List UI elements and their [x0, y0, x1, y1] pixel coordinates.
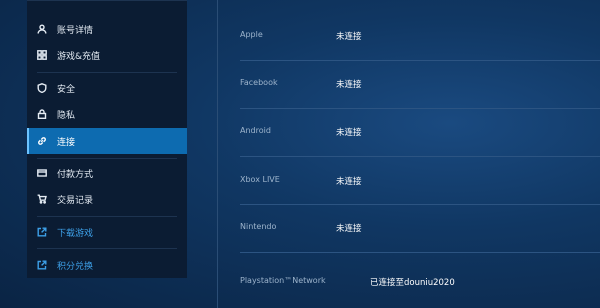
sidebar-item-label: 连接: [57, 137, 76, 148]
sidebar-item-label: 付款方式: [57, 169, 94, 180]
sidebar-top-divider: [27, 0, 187, 1]
platform-name: Xbox LIVE: [240, 175, 280, 184]
platform-name: Android: [240, 126, 271, 135]
platform-name: Playstation™Network: [240, 276, 326, 285]
sidebar-item-account-details[interactable]: 账号详情: [27, 16, 187, 42]
sidebar-item-label: 下载游戏: [57, 228, 94, 239]
sidebar-divider: [37, 72, 177, 73]
connection-status[interactable]: 未连接: [336, 222, 362, 234]
external-link-icon: [36, 259, 48, 271]
lock-icon: [36, 108, 48, 120]
connection-status[interactable]: 未连接: [336, 78, 362, 90]
sidebar-item-payment-methods[interactable]: 付款方式: [27, 160, 187, 186]
sidebar-item-label: 交易记录: [57, 195, 94, 206]
sidebar-item-connections[interactable]: 连接: [27, 128, 187, 154]
connection-row-xbox-live: Xbox LIVE 未连接: [240, 156, 600, 205]
grid-icon: [36, 49, 48, 61]
sidebar-item-privacy[interactable]: 隐私: [27, 101, 187, 127]
sidebar-item-transactions[interactable]: 交易记录: [27, 186, 187, 212]
sidebar-item-label: 积分兑换: [57, 261, 94, 272]
connection-status[interactable]: 已连接至douniu2020: [370, 276, 455, 288]
sidebar-divider: [37, 158, 177, 159]
sidebar-item-points-exchange[interactable]: 积分兑换: [27, 252, 187, 278]
sidebar: 账号详情 游戏&充值 安全 隐私 连接 付款方式 交易记录 下载游戏 积分兑换: [27, 0, 187, 278]
sidebar-item-label: 游戏&充值: [57, 51, 101, 62]
external-link-icon: [36, 226, 48, 238]
platform-name: Facebook: [240, 78, 278, 87]
connection-row-apple: Apple 未连接: [240, 12, 600, 61]
connection-status[interactable]: 未连接: [336, 175, 362, 187]
sidebar-item-label: 隐私: [57, 110, 76, 121]
sidebar-item-download-games[interactable]: 下载游戏: [27, 219, 187, 245]
connection-status[interactable]: 未连接: [336, 126, 362, 138]
cart-icon: [36, 193, 48, 205]
connection-row-nintendo: Nintendo 未连接: [240, 204, 600, 253]
card-icon: [36, 167, 48, 179]
sidebar-item-label: 安全: [57, 84, 76, 95]
shield-icon: [36, 82, 48, 94]
sidebar-item-label: 账号详情: [57, 25, 94, 36]
sidebar-item-games-topup[interactable]: 游戏&充值: [27, 42, 187, 68]
content-divider: [217, 0, 218, 308]
user-icon: [36, 23, 48, 35]
connection-row-facebook: Facebook 未连接: [240, 60, 600, 109]
sidebar-divider: [37, 248, 177, 249]
connection-status[interactable]: 未连接: [336, 30, 362, 42]
connection-row-playstation-network: Playstation™Network 已连接至douniu2020: [240, 252, 600, 300]
platform-name: Apple: [240, 30, 263, 39]
sidebar-item-security[interactable]: 安全: [27, 75, 187, 101]
sidebar-divider: [37, 216, 177, 217]
link-icon: [36, 135, 48, 147]
connection-row-android: Android 未连接: [240, 108, 600, 157]
platform-name: Nintendo: [240, 222, 277, 231]
